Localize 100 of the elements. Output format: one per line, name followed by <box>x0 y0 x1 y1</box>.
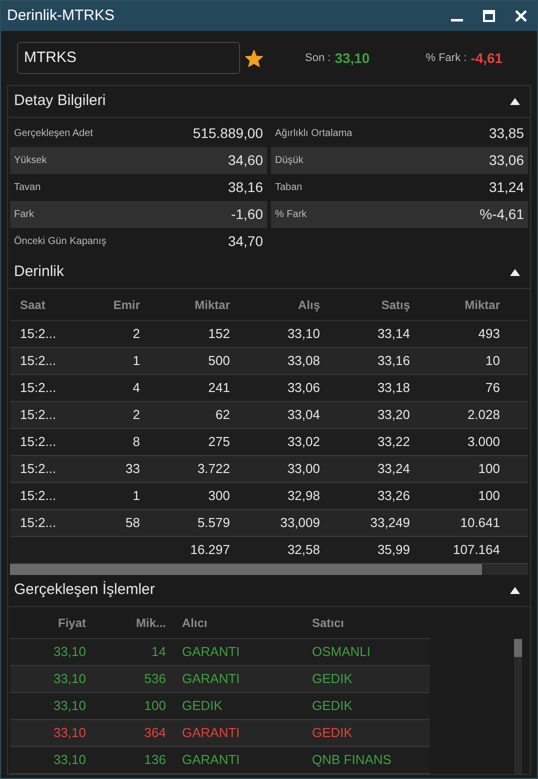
table-cell-text: 15:2... <box>19 514 58 532</box>
table-cell-text: 15:2... <box>19 406 58 424</box>
detail-value: 34,70 <box>228 232 263 251</box>
table-cell-text: 10.641 <box>459 514 501 532</box>
close-icon[interactable] <box>515 10 527 22</box>
section-title: Gerçekleşen İşlemler <box>14 580 155 600</box>
detail-value: 31,24 <box>488 178 524 197</box>
table-cell-text: 493 <box>477 325 501 344</box>
detail-value: %-4,61 <box>480 205 524 224</box>
table-cell-text: 8 <box>132 433 141 452</box>
table-cell-text: 33,04 <box>286 406 321 424</box>
table-cell-text: 241 <box>207 379 231 398</box>
table-cell-text: GARANTI <box>181 724 241 742</box>
change-value: -4,61 <box>470 48 503 68</box>
section-title: Derinlik <box>14 262 64 282</box>
table-cell-text: 1 <box>132 487 141 506</box>
table-cell-text: 15:2... <box>19 487 58 506</box>
table-cell-text: 100 <box>143 697 167 716</box>
table-cell-text: 33,10 <box>286 325 321 344</box>
window-title: Derinlik-MTRKS <box>7 6 115 26</box>
detail-label: % Fark <box>275 208 307 222</box>
symbol-field[interactable]: MTRKS <box>17 42 240 74</box>
maximize-icon[interactable] <box>483 10 495 22</box>
table-cell-text: 33,20 <box>376 406 411 424</box>
column-header[interactable]: Miktar <box>150 296 240 314</box>
table-cell-text: GEDIK <box>311 697 354 716</box>
table-cell-text: 15:2... <box>19 433 58 452</box>
table-cell-text: 3.722 <box>196 460 231 478</box>
column-header[interactable]: Mik... <box>90 614 170 632</box>
section-title: Detay Bilgileri <box>14 91 106 112</box>
vertical-scrollbar[interactable] <box>514 639 522 774</box>
table-cell-text: 107.164 <box>452 541 501 560</box>
last-price-label: Son : <box>305 50 331 66</box>
table-cell-text: OSMANLI <box>311 643 372 662</box>
collapse-icon[interactable] <box>510 98 520 105</box>
table-cell-text: 300 <box>207 487 231 506</box>
detail-value: -1,60 <box>231 205 263 224</box>
table-cell-text: 14 <box>150 643 167 662</box>
table-cell-text: 35,99 <box>376 541 411 560</box>
table-cell-text: 100 <box>477 460 501 478</box>
table-cell-text: 152 <box>207 325 231 344</box>
detail-value: 34,60 <box>228 151 263 170</box>
detail-label: Önceki Gün Kapanış <box>14 234 106 249</box>
column-header[interactable]: Fiyat <box>10 614 90 632</box>
detail-label: Tavan <box>14 181 41 195</box>
table-cell-text: 33,10 <box>52 697 87 716</box>
table-cell-text: 5.579 <box>196 514 231 532</box>
table-cell-text: 76 <box>484 379 501 398</box>
table-cell-text: 33,14 <box>376 325 411 344</box>
detail-value: 33,06 <box>488 151 524 170</box>
table-cell-text: 32,58 <box>286 541 321 560</box>
table-cell-text: 58 <box>124 514 141 532</box>
column-header[interactable]: Alış <box>240 296 330 314</box>
table-cell-text: 2 <box>132 406 141 424</box>
table-cell-text: 33,10 <box>52 724 87 742</box>
column-header[interactable]: Alıcı <box>170 614 300 632</box>
table-cell-text: 15:2... <box>19 325 58 344</box>
table-cell-text: 16.297 <box>189 541 231 560</box>
table-cell-text: GEDIK <box>311 670 354 688</box>
detail-label: Yüksek <box>14 154 47 168</box>
column-header[interactable]: Satıcı <box>300 614 430 632</box>
column-header[interactable]: Miktar <box>420 296 510 314</box>
table-cell-text: 15:2... <box>19 460 58 478</box>
detail-label: Gerçekleşen Adet <box>14 127 93 141</box>
table-cell-text: 33,24 <box>376 460 411 478</box>
table-cell-text: 32,98 <box>286 487 321 506</box>
scrollbar-thumb[interactable] <box>514 639 522 657</box>
table-cell-text: 15:2... <box>19 379 58 398</box>
table-cell-text: 100 <box>477 487 501 506</box>
collapse-icon[interactable] <box>510 269 520 276</box>
table-cell-text: 33,10 <box>52 670 87 688</box>
change-label: % Fark : <box>426 50 467 66</box>
table-cell-text: GARANTI <box>181 643 241 662</box>
table-cell-text: 15:2... <box>19 352 58 370</box>
table-cell-text: 33 <box>124 460 141 478</box>
table-cell-text: GEDIK <box>311 724 354 742</box>
detail-value: 515.889,00 <box>192 124 263 143</box>
column-header[interactable]: Emir <box>85 296 150 314</box>
last-price-value: 33,10 <box>334 48 370 68</box>
column-header[interactable]: Saat <box>10 296 85 314</box>
table-cell-text: 33,10 <box>52 643 87 662</box>
detail-label: Taban <box>275 181 302 195</box>
detail-label: Fark <box>14 208 34 222</box>
table-cell-text: 10 <box>484 352 501 370</box>
collapse-icon[interactable] <box>510 587 520 594</box>
detail-value: 33,85 <box>488 124 524 143</box>
table-cell-text: GEDIK <box>181 697 224 716</box>
table-cell-text: 33,02 <box>286 433 321 452</box>
table-cell-text: 536 <box>143 670 167 688</box>
table-cell-text: 62 <box>214 406 231 424</box>
detail-label: Düşük <box>275 154 304 168</box>
table-cell-text: GARANTI <box>181 670 241 688</box>
star-icon[interactable] <box>245 50 263 66</box>
table-cell-text: QNB FINANS <box>311 751 392 770</box>
detail-label: Ağırlıklı Ortalama <box>275 127 352 141</box>
table-cell-text: 33,009 <box>279 514 321 532</box>
table-cell-text: 33,06 <box>286 379 321 398</box>
detail-value: 38,16 <box>228 178 263 197</box>
column-header[interactable]: Satış <box>330 296 420 314</box>
table-cell-text: 33,249 <box>369 514 411 532</box>
